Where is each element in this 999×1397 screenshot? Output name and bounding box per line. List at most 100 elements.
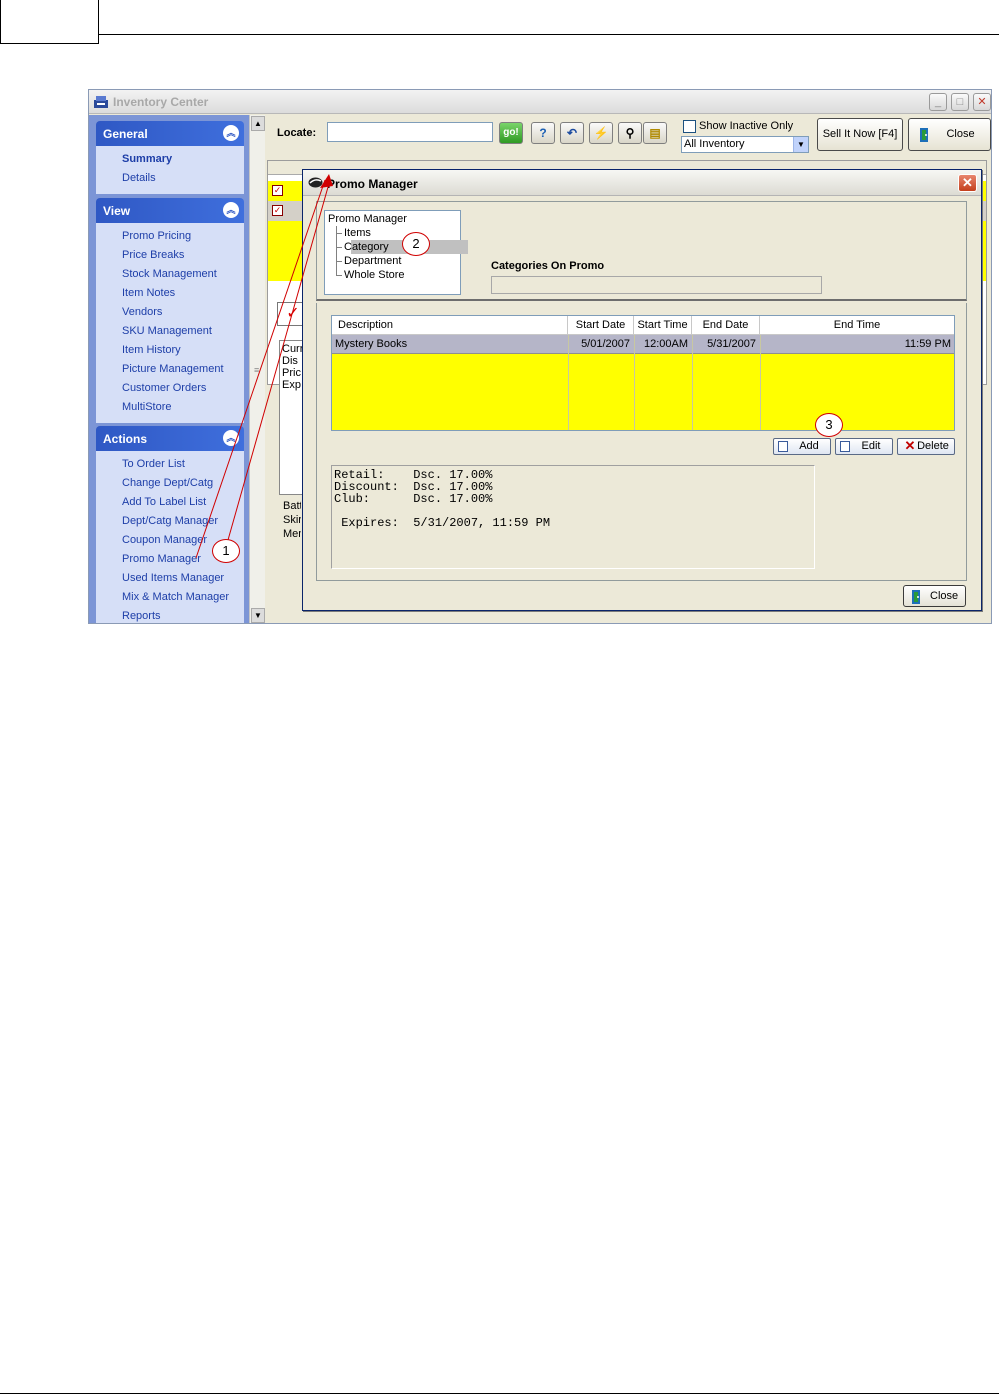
help-button[interactable]: ? (531, 122, 555, 144)
nav-item-customer-orders[interactable]: Customer Orders (122, 379, 244, 398)
nav-item-summary[interactable]: Summary (122, 150, 244, 169)
cell-start-time: 12:00AM (643, 338, 688, 350)
nav-item-details[interactable]: Details (122, 169, 244, 188)
nav-item-sku-management[interactable]: SKU Management (122, 322, 244, 341)
scroll-down-arrow-icon[interactable]: ▼ (251, 608, 265, 623)
nav-item-add-to-label-list[interactable]: Add To Label List (122, 493, 244, 512)
dropdown-arrow-icon[interactable]: ▼ (793, 137, 808, 152)
nav-group-view: View ︽ Promo Pricing Price Breaks Stock M… (96, 198, 244, 423)
nav-scrollbar[interactable]: ▲ ≡ ▼ (249, 115, 265, 623)
minimize-button[interactable]: _ (929, 93, 947, 111)
nav-item-item-history[interactable]: Item History (122, 341, 244, 360)
tree-root[interactable]: Promo Manager (328, 212, 407, 226)
nav-group-title: General (103, 127, 148, 141)
edit-button-label: Edit (861, 440, 881, 452)
delete-button[interactable]: ✕ Delete (897, 438, 955, 455)
nav-item-stock-management[interactable]: Stock Management (122, 265, 244, 284)
nav-group-general: General ︽ Summary Details (96, 121, 244, 194)
cell-end-date: 5/31/2007 (707, 338, 756, 350)
column-divider (568, 335, 569, 430)
fragment-text: Skir (283, 514, 301, 526)
tree-item-department[interactable]: Department (344, 254, 401, 268)
nav-item-promo-pricing[interactable]: Promo Pricing (122, 227, 244, 246)
column-header-end-date[interactable]: End Date (692, 316, 760, 334)
promo-list-panel: Description Start Date Start Time End Da… (316, 303, 967, 581)
nav-item-mix-match-manager[interactable]: Mix & Match Manager (122, 588, 244, 607)
dialog-close-button[interactable]: Close (903, 585, 966, 607)
nav-item-to-order-list[interactable]: To Order List (122, 455, 244, 474)
nav-item-price-breaks[interactable]: Price Breaks (122, 246, 244, 265)
tree-item-items[interactable]: Items (344, 226, 371, 240)
dialog-close-icon[interactable]: ✕ (958, 174, 977, 192)
table-row[interactable]: Mystery Books 5/01/2007 12:00AM 5/31/200… (332, 335, 954, 354)
splitter-grip-icon[interactable]: ≡ (254, 365, 259, 375)
exit-door-icon (912, 590, 920, 604)
nav-group-body: Summary Details (96, 146, 244, 194)
category-search-field[interactable] (491, 276, 822, 294)
toolbar-close-button[interactable]: Close (908, 118, 991, 151)
fragment-text: Pric (282, 367, 301, 379)
inventory-center-title: Inventory Center (113, 95, 209, 109)
add-button[interactable]: Add (773, 438, 831, 455)
new-document-icon (778, 441, 788, 452)
column-divider (634, 335, 635, 430)
collapse-chevron-icon[interactable]: ︽ (223, 125, 239, 141)
dialog-close-label: Close (930, 590, 959, 602)
maximize-button[interactable]: □ (951, 93, 969, 111)
tree-connector (336, 233, 342, 234)
inventory-toolbar: Locate: go! ? ↶ ⚡ ⚲ ▤ Show Inactive Only… (265, 115, 991, 155)
report-icon[interactable]: ▤ (643, 122, 667, 144)
nav-item-used-items-manager[interactable]: Used Items Manager (122, 569, 244, 588)
row-checkbox[interactable]: ✓ (272, 185, 283, 196)
callout-1: 1 (212, 539, 240, 563)
inventory-filter-select[interactable]: All Inventory ▼ (681, 136, 809, 153)
inventory-filter-value: All Inventory (684, 138, 745, 150)
nav-item-reports[interactable]: Reports (122, 607, 244, 623)
binoculars-icon[interactable]: ⚲ (618, 122, 642, 144)
edit-button[interactable]: Edit (835, 438, 893, 455)
section-label: Categories On Promo (491, 260, 605, 272)
tree-item-category[interactable]: Category (344, 240, 389, 254)
fragment-text: Exp (282, 379, 301, 391)
row-checkbox[interactable]: ✓ (272, 205, 283, 216)
nav-item-vendors[interactable]: Vendors (122, 303, 244, 322)
window-close-button[interactable]: ✕ (973, 93, 991, 111)
undo-icon[interactable]: ↶ (560, 122, 584, 144)
page-header-rule (99, 34, 999, 35)
column-header-end-time[interactable]: End Time (760, 316, 954, 334)
nav-item-picture-management[interactable]: Picture Management (122, 360, 244, 379)
promo-table: Description Start Date Start Time End Da… (331, 315, 955, 431)
exit-door-icon (920, 128, 928, 142)
collapse-chevron-icon[interactable]: ︽ (223, 202, 239, 218)
nav-group-header[interactable]: General ︽ (96, 121, 244, 146)
column-header-start-date[interactable]: Start Date (568, 316, 634, 334)
column-divider (760, 335, 761, 430)
promo-manager-titlebar: Promo Manager ✕ (303, 170, 981, 196)
notes-panel: Curr Dis Pric Exp (279, 340, 303, 495)
nav-item-change-dept-catg[interactable]: Change Dept/Catg (122, 474, 244, 493)
go-button[interactable]: go! (499, 122, 523, 144)
show-inactive-label: Show Inactive Only (699, 120, 794, 132)
edit-document-icon (840, 441, 850, 452)
nav-group-header[interactable]: View ︽ (96, 198, 244, 223)
toolbar-close-label: Close (946, 128, 975, 140)
callout-2: 2 (402, 232, 430, 256)
nav-item-item-notes[interactable]: Item Notes (122, 284, 244, 303)
column-header-start-time[interactable]: Start Time (634, 316, 692, 334)
promo-manager-title: Promo Manager (327, 177, 418, 191)
tree-item-whole-store[interactable]: Whole Store (344, 268, 405, 282)
sell-it-now-button[interactable]: Sell It Now [F4] (817, 118, 903, 151)
tree-connector (336, 275, 342, 276)
callout-3: 3 (815, 413, 843, 437)
locate-input[interactable] (327, 122, 493, 142)
cell-description: Mystery Books (335, 338, 408, 350)
nav-item-dept-catg-manager[interactable]: Dept/Catg Manager (122, 512, 244, 531)
scroll-up-arrow-icon[interactable]: ▲ (251, 116, 265, 131)
collapse-chevron-icon[interactable]: ︽ (223, 430, 239, 446)
lightning-icon[interactable]: ⚡ (589, 122, 613, 144)
column-header-description[interactable]: Description (332, 316, 568, 334)
cell-start-date: 5/01/2007 (581, 338, 630, 350)
nav-group-header[interactable]: Actions ︽ (96, 426, 244, 451)
nav-item-multistore[interactable]: MultiStore (122, 398, 244, 417)
show-inactive-checkbox[interactable] (683, 120, 696, 133)
